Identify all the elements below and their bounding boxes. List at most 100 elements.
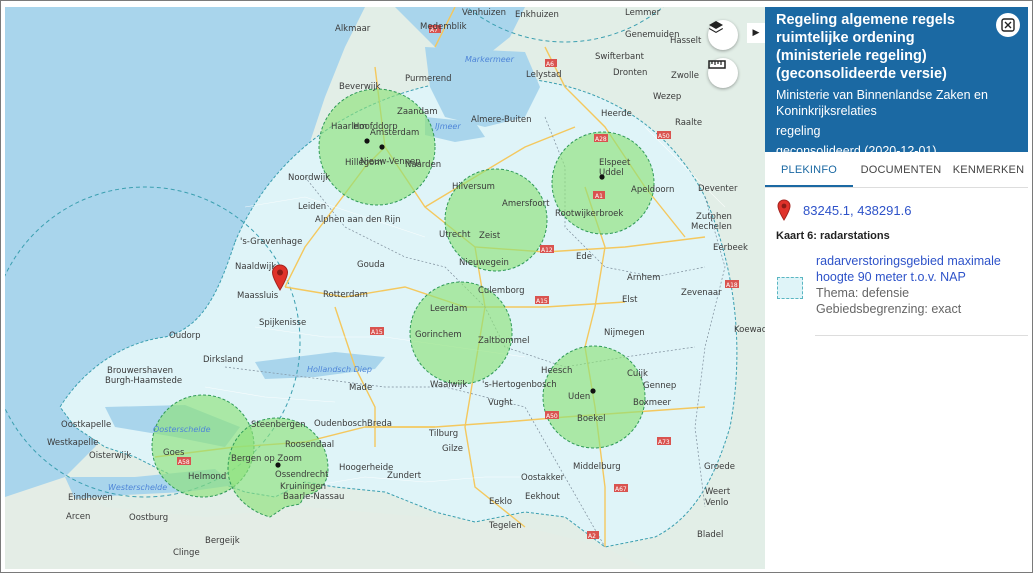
- panel-header: Regeling algemene regels ruimtelijke ord…: [765, 7, 1028, 158]
- svg-text:A12: A12: [541, 247, 553, 254]
- radar-station-dot[interactable]: [379, 144, 385, 150]
- regulation-ministry: Ministerie van Binnenlandse Zaken en Kon…: [776, 88, 988, 118]
- place-label: Alkmaar: [335, 24, 371, 34]
- legend-item-link[interactable]: radarverstoringsgebied maximale hoogte 9…: [816, 253, 1022, 285]
- water-label: IJmeer: [435, 122, 461, 131]
- place-label: Hasselt: [670, 36, 702, 46]
- place-label: Zaandam: [397, 107, 438, 117]
- divider: [815, 335, 1028, 336]
- place-label: Almere-Buiten: [471, 115, 532, 125]
- place-label: Ossendrecht: [275, 470, 329, 480]
- place-label: Zevenaar: [681, 288, 722, 298]
- place-label: Tilburg: [428, 429, 458, 439]
- place-label: Wezep: [653, 92, 681, 102]
- place-label: Alphen aan den Rijn: [315, 215, 401, 225]
- layers-button[interactable]: [708, 20, 738, 50]
- place-label: Oostkapelle: [61, 420, 111, 430]
- place-label: Dronten: [613, 68, 647, 78]
- place-label: Gilze: [442, 444, 463, 454]
- place-label: Koewacht: [734, 325, 765, 335]
- svg-text:A50: A50: [546, 413, 558, 420]
- place-label: Spijkenisse: [259, 318, 306, 328]
- place-label: Beverwijk: [339, 82, 380, 92]
- place-label: Venhuizen: [462, 8, 506, 18]
- measure-button[interactable]: [708, 58, 738, 88]
- place-label: Lemmer: [625, 8, 661, 18]
- regulation-title: Regeling algemene regels ruimtelijke ord…: [776, 12, 955, 82]
- place-label: Leerdam: [430, 304, 467, 314]
- close-panel-button[interactable]: [996, 13, 1020, 37]
- place-label: Roosendaal: [285, 440, 334, 450]
- map-pin-icon[interactable]: [271, 264, 289, 292]
- legend-swatch: [777, 277, 803, 299]
- place-label: Ede: [576, 252, 592, 262]
- place-label: Heerde: [601, 109, 632, 119]
- place-label: Gouda: [357, 260, 385, 270]
- place-label: Clinge: [173, 548, 200, 558]
- place-label: Lelystad: [526, 70, 562, 80]
- svg-text:A28: A28: [595, 136, 607, 143]
- place-label: Zutphen: [696, 212, 732, 222]
- panel-collapse-toggle[interactable]: ▶: [747, 23, 765, 43]
- place-label: Boekel: [577, 414, 605, 424]
- radar-station-dot[interactable]: [364, 138, 370, 144]
- svg-text:A15: A15: [371, 329, 383, 336]
- place-label: Eeklo: [489, 497, 512, 507]
- map-view[interactable]: A7 A6 A28 A50 A1 A12 A15 A15 A50 A73 A67…: [5, 7, 765, 569]
- place-label: Elspeet: [599, 158, 631, 168]
- legend-thema: Thema: defensie: [816, 286, 910, 300]
- svg-text:A18: A18: [726, 282, 738, 289]
- map-pin-icon: [777, 199, 791, 221]
- place-label: Maassluis: [237, 291, 279, 301]
- place-label: Eindhoven: [68, 493, 113, 503]
- collapse-icon: [1001, 18, 1015, 32]
- layers-icon: [709, 21, 723, 33]
- place-label: Medemblik: [420, 22, 467, 32]
- place-label: Arcen: [66, 512, 90, 522]
- place-label: Waalwijk: [430, 380, 467, 390]
- place-label: Veldhoven: [5, 7, 49, 10]
- legend-text: radarverstoringsgebied maximale hoogte 9…: [816, 253, 1022, 317]
- place-label: Leiden: [298, 202, 326, 212]
- place-label: Elst: [622, 295, 638, 305]
- place-label: Heesch: [541, 366, 572, 376]
- svg-text:A15: A15: [536, 298, 548, 305]
- place-label: Groede: [704, 462, 735, 472]
- place-label: Dirksland: [203, 355, 243, 365]
- place-label: Apeldoorn: [631, 185, 674, 195]
- place-label: Rotterdam: [323, 290, 368, 300]
- place-label: Zundert: [387, 471, 422, 481]
- place-label: Gorinchem: [415, 330, 462, 340]
- map-canvas[interactable]: A7 A6 A28 A50 A1 A12 A15 A15 A50 A73 A67…: [5, 7, 765, 569]
- place-label: Nieuw-Vennep: [360, 157, 421, 167]
- svg-text:A6: A6: [546, 61, 554, 68]
- place-label: Bergeijk: [205, 536, 240, 546]
- place-label: Weert: [705, 487, 731, 497]
- place-label: Mechelen: [691, 222, 732, 232]
- radar-station-dot[interactable]: [590, 388, 596, 394]
- legend-begrenzing: Gebiedsbegrenzing: exact: [816, 302, 962, 316]
- place-label: Baarle-Nassau: [283, 492, 344, 502]
- place-label: Oudenbosch: [314, 419, 367, 429]
- svg-text:A2: A2: [588, 533, 596, 540]
- place-label: Oostburg: [129, 513, 168, 523]
- place-label: Oisterwijk: [89, 451, 131, 461]
- place-label: Purmerend: [405, 74, 452, 84]
- place-label: Boxmeer: [633, 398, 672, 408]
- place-label: Gennep: [643, 381, 676, 391]
- place-label: Amersfoort: [502, 199, 550, 209]
- place-label: Vught: [488, 398, 513, 408]
- radar-circle-uden[interactable]: [542, 345, 646, 449]
- place-label: Nijmegen: [604, 328, 645, 338]
- place-label: Middelburg: [573, 462, 621, 472]
- place-label: Tegelen: [488, 521, 522, 531]
- svg-text:A67: A67: [615, 486, 627, 493]
- place-label: Hoogerheide: [339, 463, 393, 473]
- place-label: Swifterbant: [595, 52, 645, 62]
- place-label: Steenbergen: [251, 420, 306, 430]
- legend-item: radarverstoringsgebied maximale hoogte 9…: [777, 253, 1022, 317]
- place-label: Enkhuizen: [515, 10, 559, 20]
- place-label: Zaltbommel: [478, 336, 529, 346]
- location-coordinates[interactable]: 83245.1, 438291.6: [803, 203, 911, 218]
- place-label: Nieuwegein: [459, 258, 509, 268]
